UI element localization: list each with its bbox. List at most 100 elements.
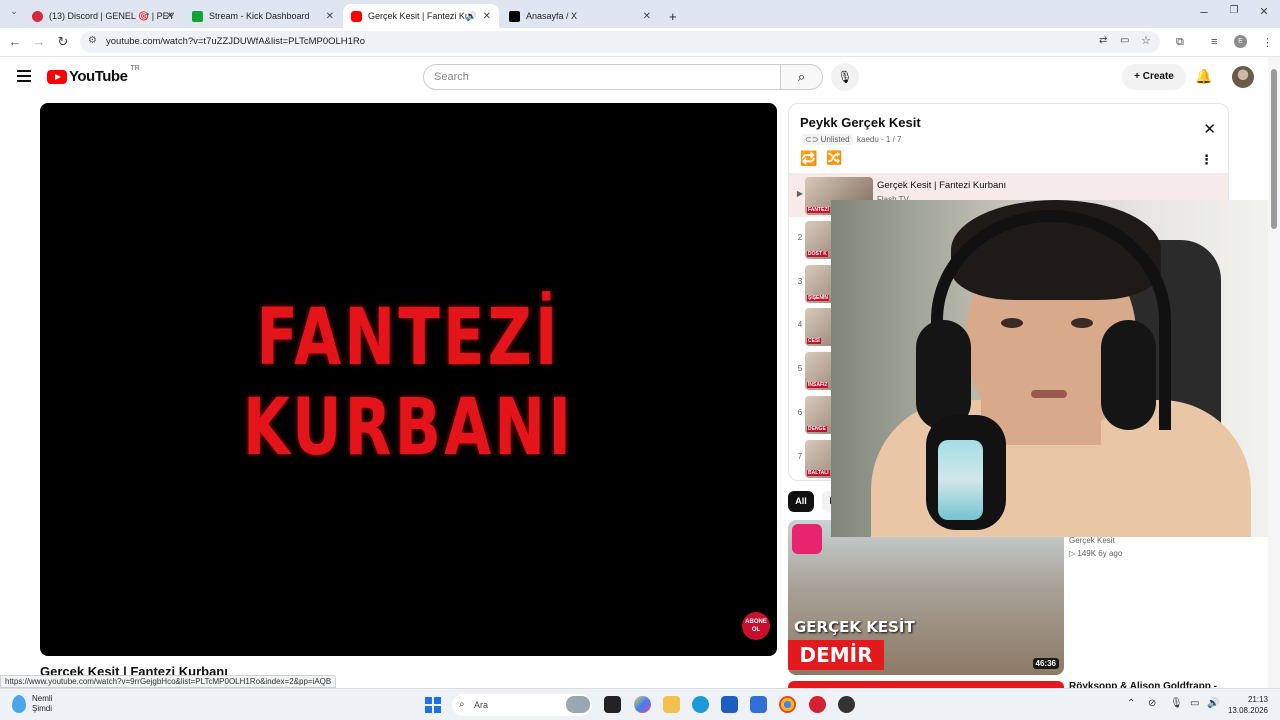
tab-label: (13) Discord | GENEL 🎯 | PEYKK: [49, 10, 174, 21]
playlist-index: 2: [797, 233, 803, 242]
widgets-icon[interactable]: [566, 696, 590, 713]
forward-icon[interactable]: →: [31, 34, 47, 49]
browser-menu-icon[interactable]: ⋮: [1262, 36, 1273, 49]
new-tab-button[interactable]: +: [661, 4, 681, 28]
suggested-stats: ▷ 149K 6y ago: [1069, 549, 1123, 558]
youtube-logo[interactable]: YouTube TR: [47, 65, 140, 85]
thumb-caption: FANTEZİ: [807, 207, 830, 213]
create-button[interactable]: + Create: [1122, 64, 1186, 90]
tray-chevron-icon[interactable]: ⌃: [1127, 698, 1135, 709]
scrollbar-thumb[interactable]: [1271, 69, 1277, 229]
playlist-index: 6: [797, 408, 803, 417]
loop-icon[interactable]: 🔁: [800, 150, 817, 167]
playlist-index: 3: [797, 277, 803, 286]
now-playing-icon: ▶: [796, 189, 804, 198]
user-avatar[interactable]: [1232, 66, 1254, 88]
system-clock[interactable]: 21:13 13.08.2026: [1224, 694, 1268, 716]
site-info-icon[interactable]: ⚙: [88, 35, 97, 46]
copilot-icon[interactable]: [634, 696, 651, 713]
chrome-icon[interactable]: [779, 696, 796, 713]
thumb-caption: DENGE: [807, 426, 827, 432]
search-icon: ⌕: [459, 699, 465, 710]
tab-close-icon[interactable]: ✕: [483, 11, 491, 22]
store-icon[interactable]: [721, 696, 738, 713]
close-playlist-icon[interactable]: ✕: [1203, 120, 1216, 138]
abone-ol-badge: ABONE OL: [742, 612, 770, 640]
extensions-icon[interactable]: ⧉: [1176, 36, 1184, 49]
thumb-caption: İNSAFIZ: [807, 382, 829, 388]
tab-label: Gerçek Kesit | Fantezi Kurba: [368, 11, 472, 21]
file-explorer-icon[interactable]: [663, 696, 680, 713]
weather-subtitle: Şimdi: [32, 704, 53, 713]
tab-close-icon[interactable]: ✕: [166, 11, 174, 22]
suggested-video-thumbnail[interactable]: GERÇEK KESİT DEMİR 46:36: [788, 520, 1064, 675]
region-code: TR: [130, 65, 140, 72]
address-bar[interactable]: ⚙ youtube.com/watch?v=t7uZZJDUWfA&list=P…: [80, 31, 1160, 53]
x-favicon-icon: [509, 10, 520, 22]
suggested-channel[interactable]: Gerçek Kesit: [1069, 536, 1115, 545]
tray-display-icon[interactable]: ▭: [1190, 698, 1199, 709]
mail-icon[interactable]: [750, 696, 767, 713]
browser-tab-bar: ⌄ (13) Discord | GENEL 🎯 | PEYKK ✕ Strea…: [0, 0, 1280, 28]
playlist-index: 5: [797, 364, 803, 373]
search-input[interactable]: Search: [423, 64, 781, 90]
tab-label: Anasayfa / X: [526, 11, 578, 21]
notifications-bell-icon[interactable]: 🔔: [1195, 68, 1212, 85]
thumb-caption: DOST K: [807, 251, 828, 257]
window-close-icon[interactable]: ✕: [1256, 5, 1272, 18]
menu-icon[interactable]: [17, 70, 31, 82]
tab-search-chevron-icon[interactable]: ⌄: [6, 6, 22, 17]
start-windows-icon[interactable]: [425, 697, 441, 713]
taskbar-search-label: Ara: [474, 700, 489, 710]
tab-close-icon[interactable]: ✕: [643, 11, 651, 22]
tab-label: Stream - Kick Dashboard: [209, 11, 310, 21]
more-options-icon[interactable]: ⋮: [1200, 152, 1213, 168]
playlist-index: 4: [797, 320, 803, 329]
tray-volume-icon[interactable]: 🔊: [1207, 698, 1219, 709]
profile-avatar-icon[interactable]: E: [1234, 35, 1247, 48]
translate-icon[interactable]: ⇄: [1099, 35, 1107, 46]
logo-wordmark: YouTube: [69, 68, 128, 85]
shuffle-icon[interactable]: 🔀: [826, 150, 842, 166]
unlisted-badge: ⊂⊃ Unlisted: [802, 134, 853, 145]
task-view-icon[interactable]: [604, 696, 621, 713]
tab-close-icon[interactable]: ✕: [326, 11, 334, 22]
bookmark-star-icon[interactable]: ☆: [1141, 34, 1151, 47]
thumb-text-line2: DEMİR: [788, 640, 884, 670]
reading-list-icon[interactable]: ≡: [1211, 36, 1217, 48]
status-bar-link: https://www.youtube.com/watch?v=9rrGejgb…: [0, 675, 337, 688]
tab-discord[interactable]: (13) Discord | GENEL 🎯 | PEYKK ✕: [24, 4, 182, 28]
playlist-title[interactable]: Peykk Gerçek Kesit: [800, 115, 921, 130]
audio-playing-icon[interactable]: 🔊: [466, 11, 477, 22]
headset-earcup-right: [1101, 320, 1156, 430]
cast-icon[interactable]: ▭: [1120, 35, 1129, 46]
discord-favicon-icon: [32, 10, 43, 22]
headset-earcup-left: [916, 320, 971, 430]
app-dark-icon[interactable]: [838, 696, 855, 713]
tab-youtube-active[interactable]: Gerçek Kesit | Fantezi Kurba 🔊 ✕: [343, 4, 499, 28]
page-scrollbar[interactable]: [1268, 57, 1280, 688]
video-player[interactable]: FANTEZİ KURBANI ABONE OL: [40, 103, 777, 656]
weather-widget[interactable]: Nemli Şimdi: [12, 694, 52, 714]
thumb-caption: BALTALI: [807, 470, 830, 476]
reload-icon[interactable]: ↻: [55, 34, 71, 50]
tab-kick-dashboard[interactable]: Stream - Kick Dashboard ✕: [184, 4, 342, 28]
youtube-play-logo-icon: [47, 69, 67, 84]
tab-x-home[interactable]: Anasayfa / X ✕: [501, 4, 659, 28]
voice-search-button[interactable]: 🎙: [831, 63, 859, 91]
video-duration: 46:36: [1032, 658, 1059, 669]
edge-icon[interactable]: [692, 696, 709, 713]
tray-network-off-icon[interactable]: ⊘: [1148, 698, 1156, 709]
tray-mic-icon[interactable]: 🎙: [1170, 698, 1183, 709]
back-icon[interactable]: ←: [7, 34, 23, 49]
visibility-label: Unlisted: [820, 135, 850, 144]
clock-date: 13.08.2026: [1227, 706, 1268, 715]
minimize-icon[interactable]: –: [1196, 4, 1212, 19]
clock-time: 21:13: [1247, 695, 1268, 704]
app-red-icon[interactable]: [809, 696, 826, 713]
search-button[interactable]: ⌕: [781, 64, 823, 90]
webcam-overlay: [831, 200, 1280, 537]
restore-icon[interactable]: ❐: [1226, 5, 1242, 16]
browser-toolbar: ← → ↻ ⚙ youtube.com/watch?v=t7uZZJDUWfA&…: [0, 28, 1280, 57]
chip-all[interactable]: All: [788, 491, 814, 512]
